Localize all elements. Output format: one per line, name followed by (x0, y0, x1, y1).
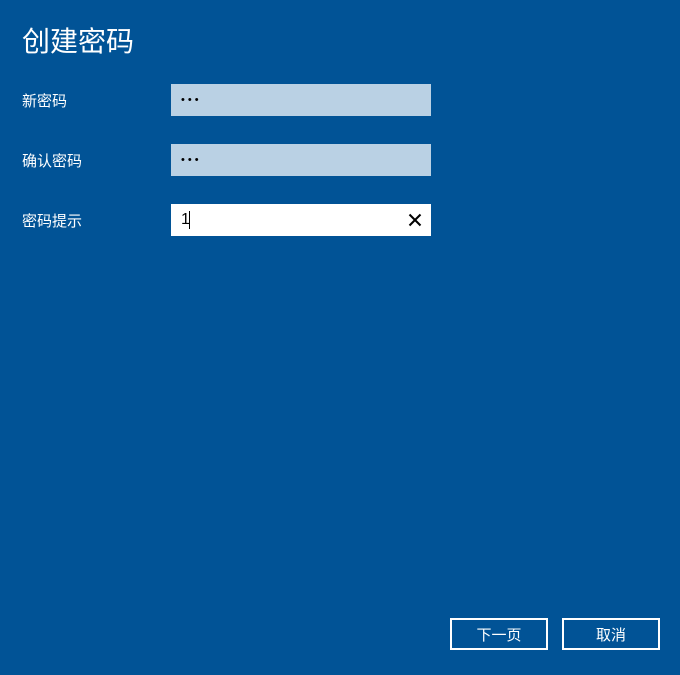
page-title: 创建密码 (0, 0, 680, 60)
input-new-password[interactable]: ••• (171, 84, 431, 116)
label-new-password: 新密码 (22, 90, 171, 111)
form-area: 新密码 ••• 确认密码 ••• 密码提示 (0, 60, 680, 236)
label-password-hint: 密码提示 (22, 210, 171, 231)
row-password-hint: 密码提示 (22, 204, 680, 236)
input-confirm-password[interactable]: ••• (171, 144, 431, 176)
label-confirm-password: 确认密码 (22, 150, 171, 171)
next-button[interactable]: 下一页 (450, 618, 548, 650)
cancel-button[interactable]: 取消 (562, 618, 660, 650)
confirm-password-value: ••• (181, 154, 202, 166)
close-icon (408, 213, 422, 227)
row-new-password: 新密码 ••• (22, 84, 680, 116)
button-bar: 下一页 取消 (450, 618, 660, 650)
text-caret (189, 211, 190, 229)
input-password-hint[interactable] (171, 204, 400, 236)
new-password-value: ••• (181, 94, 202, 106)
clear-hint-button[interactable] (400, 205, 430, 235)
row-confirm-password: 确认密码 ••• (22, 144, 680, 176)
hint-input-wrapper (171, 204, 431, 236)
